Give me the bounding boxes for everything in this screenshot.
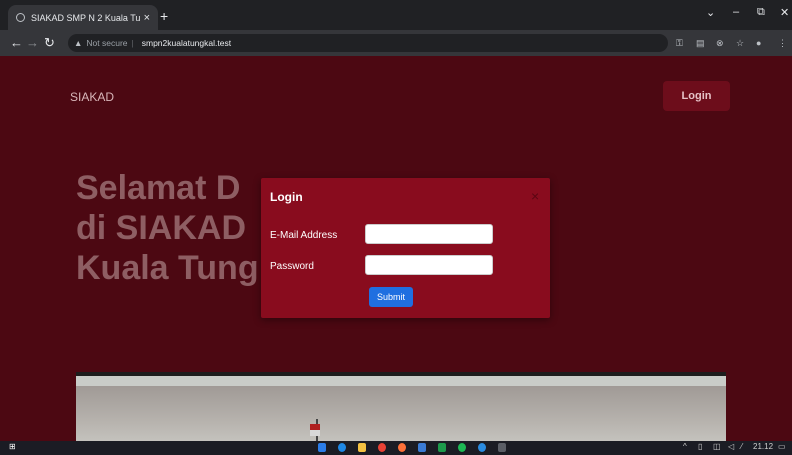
- hero-heading: Selamat D di SIAKAD Kuala Tung: [76, 168, 259, 288]
- email-label: E-Mail Address: [270, 230, 338, 241]
- volume-icon[interactable]: ◁: [728, 442, 734, 451]
- submit-button[interactable]: Submit: [369, 287, 413, 307]
- address-bar[interactable]: ▲ Not secure | smpn2kualatungkal.test: [68, 34, 668, 52]
- new-tab-button[interactable]: +: [160, 8, 168, 24]
- warning-icon: ▲: [74, 38, 83, 48]
- security-label: Not secure: [86, 38, 128, 48]
- close-icon[interactable]: ×: [531, 188, 539, 204]
- tab-search-icon[interactable]: ⌄: [706, 6, 715, 19]
- menu-icon[interactable]: ⋮: [778, 38, 787, 49]
- modal-title: Login: [270, 190, 303, 204]
- page-favicon-icon: [16, 13, 25, 22]
- navbar-login-button[interactable]: Login: [663, 81, 730, 111]
- edge-icon[interactable]: [338, 443, 346, 452]
- password-field[interactable]: [365, 255, 493, 275]
- spotify-icon[interactable]: [458, 443, 466, 452]
- battery-icon[interactable]: ▯: [698, 442, 702, 451]
- email-field[interactable]: [365, 224, 493, 244]
- chrome-icon[interactable]: [378, 443, 386, 452]
- tray-chevron-icon[interactable]: ^: [683, 442, 687, 451]
- hero-line: Selamat D: [76, 169, 241, 207]
- language-icon[interactable]: ⁄: [741, 442, 742, 451]
- browser-tab-strip: SIAKAD SMP N 2 Kuala Tungkal × + ⌄ – ⧉ ✕: [0, 0, 792, 30]
- telegram-icon[interactable]: [478, 443, 486, 452]
- navbar-brand[interactable]: SIAKAD: [70, 90, 114, 104]
- terminal-icon[interactable]: [498, 443, 506, 452]
- translate-icon[interactable]: ▤: [696, 38, 705, 49]
- photo-roof: [76, 386, 726, 441]
- notification-icon[interactable]: ▭: [778, 442, 786, 451]
- bookmark-star-icon[interactable]: ☆: [736, 38, 744, 49]
- reload-icon[interactable]: ↻: [44, 35, 55, 51]
- restore-button[interactable]: ⧉: [757, 6, 765, 19]
- network-icon[interactable]: ◫: [713, 442, 721, 451]
- browser-toolbar: ← → ↻ ▲ Not secure | smpn2kualatungkal.t…: [0, 30, 792, 56]
- close-window-button[interactable]: ✕: [780, 6, 789, 19]
- file-explorer-icon[interactable]: [358, 443, 366, 452]
- url-text: smpn2kualatungkal.test: [141, 38, 232, 48]
- flag-red-stripe: [310, 424, 320, 430]
- back-arrow-icon[interactable]: ←: [10, 35, 23, 51]
- word-icon[interactable]: [418, 443, 426, 452]
- forward-arrow-icon[interactable]: →: [26, 35, 39, 51]
- school-photo: [76, 372, 726, 441]
- minimize-button[interactable]: –: [733, 6, 739, 18]
- browser-tab[interactable]: SIAKAD SMP N 2 Kuala Tungkal ×: [8, 5, 158, 30]
- excel-icon[interactable]: [438, 443, 446, 452]
- key-icon[interactable]: ⚿: [676, 38, 683, 49]
- firefox-icon[interactable]: [398, 443, 406, 452]
- tab-title: SIAKAD SMP N 2 Kuala Tungkal: [31, 12, 140, 23]
- omnibox-divider: |: [131, 38, 134, 48]
- hero-line: Kuala Tung: [76, 249, 259, 287]
- password-label: Password: [270, 261, 314, 272]
- windows-start-icon[interactable]: ⊞: [9, 442, 16, 451]
- clock-time[interactable]: 21.12: [753, 442, 773, 451]
- extension-icon[interactable]: ⊗: [716, 38, 724, 49]
- hero-line: di SIAKAD: [76, 209, 246, 247]
- vscode-icon[interactable]: [318, 443, 326, 452]
- profile-icon[interactable]: ●: [756, 38, 761, 48]
- tab-close-icon[interactable]: ×: [144, 12, 150, 24]
- windows-taskbar: ⊞ ^ ▯ ◫ ◁ ⁄ 21.12 ▭: [0, 441, 792, 455]
- login-modal: Login × E-Mail Address Password Submit: [261, 178, 550, 318]
